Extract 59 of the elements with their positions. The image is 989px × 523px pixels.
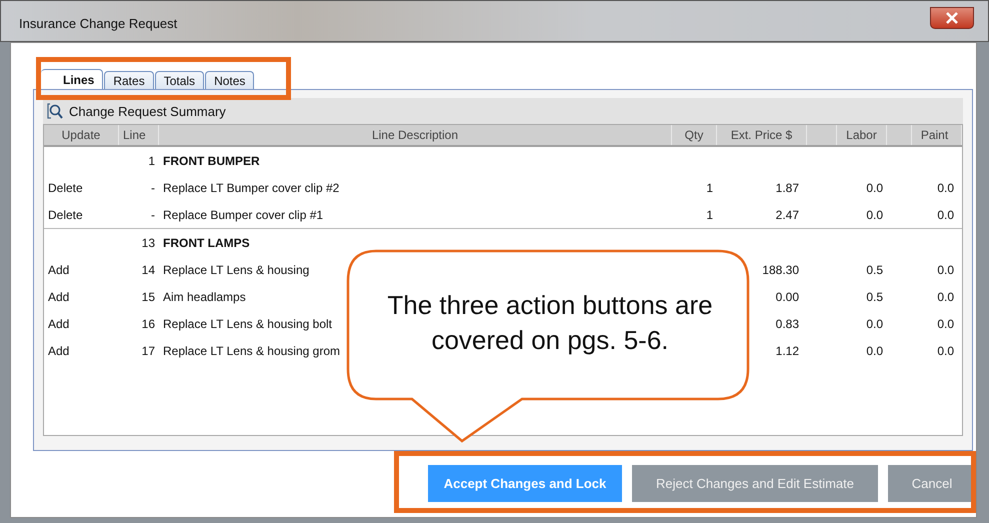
table-cell: 0.0	[937, 208, 954, 222]
close-button[interactable]	[930, 7, 974, 29]
table-cell: 2.47	[776, 208, 799, 222]
tab[interactable]: Lines	[41, 69, 104, 89]
table-cell: 0.0	[937, 290, 954, 304]
table-cell: Add	[48, 262, 70, 276]
table-cell: -	[151, 180, 155, 194]
search-icon	[47, 102, 63, 120]
column-header: Qty	[672, 125, 717, 145]
column-header: Paint	[912, 125, 962, 145]
table-cell: Add	[48, 344, 70, 358]
table-cell: 1	[706, 208, 713, 222]
table-cell: 0.0	[937, 316, 954, 330]
table-cell: 0.5	[866, 262, 883, 276]
table-cell: FRONT BUMPER	[163, 154, 260, 168]
table-cell: 0.0	[866, 316, 883, 330]
table-cell: 0.0	[866, 208, 883, 222]
table-cell: -	[151, 208, 155, 222]
table-cell: Delete	[48, 180, 83, 194]
tab[interactable]: Rates	[104, 71, 154, 89]
table-cell: Replace Bumper cover clip #1	[163, 208, 324, 222]
table-cell: 0.0	[937, 344, 954, 358]
close-icon	[945, 12, 959, 24]
tab[interactable]: Totals	[154, 71, 204, 89]
callout-text: The three action buttons are covered on pgs. 5-6.	[386, 289, 714, 357]
column-header: Ext. Price $	[717, 125, 807, 145]
table-cell: 15	[142, 290, 155, 304]
table-cell: 16	[142, 316, 155, 330]
table-cell: Delete	[48, 208, 83, 222]
column-header: Line	[119, 125, 159, 145]
table-cell: 13	[142, 236, 155, 250]
table-cell: 14	[142, 262, 155, 276]
column-header: Update	[44, 125, 119, 145]
column-header: Labor	[837, 125, 887, 145]
table-cell: 1	[148, 154, 155, 168]
table-cell: 0.5	[866, 290, 883, 304]
column-header: Line Description	[159, 125, 672, 145]
table-cell: Replace LT Bumper cover clip #2	[163, 180, 340, 194]
table-cell: Aim headlamps	[163, 290, 246, 304]
table-cell: 0.0	[937, 180, 954, 194]
table-cell: Add	[48, 316, 70, 330]
table-cell: 1	[706, 180, 713, 194]
table-cell: Replace LT Lens & housing bolt	[163, 316, 332, 330]
table-cell: 0.0	[937, 262, 954, 276]
table-cell: 0.00	[776, 290, 799, 304]
table-cell: 0.0	[866, 180, 883, 194]
table-cell: Replace LT Lens & housing grom	[163, 344, 340, 358]
table-cell: Add	[48, 290, 70, 304]
table-cell: 1.87	[776, 180, 799, 194]
table-cell: FRONT LAMPS	[163, 236, 250, 250]
table-cell: 0.83	[776, 316, 799, 330]
table-cell: 188.30	[762, 262, 799, 276]
tab[interactable]: Notes	[205, 71, 254, 89]
table-cell: 17	[142, 344, 155, 358]
table-cell: 0.0	[866, 344, 883, 358]
summary-title: Change Request Summary	[69, 104, 226, 118]
table-cell: 1.12	[776, 344, 799, 358]
window-title: Insurance Change Request	[19, 16, 178, 31]
table-cell: Replace LT Lens & housing	[163, 262, 310, 276]
